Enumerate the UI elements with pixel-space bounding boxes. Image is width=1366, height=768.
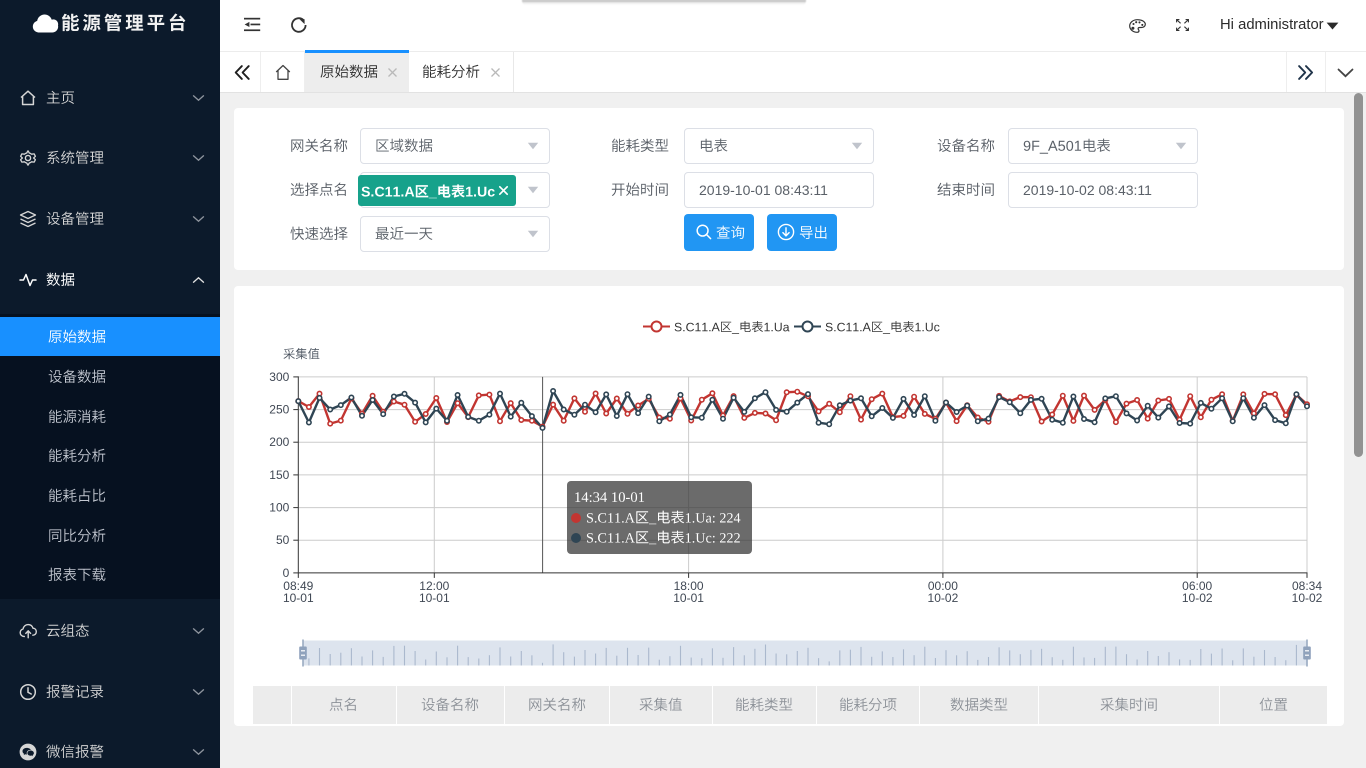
svg-text:50: 50 — [276, 533, 290, 547]
svg-text:10-01: 10-01 — [419, 591, 450, 605]
svg-text:200: 200 — [269, 435, 289, 449]
svg-text:300: 300 — [269, 370, 289, 384]
svg-text:10-02: 10-02 — [1292, 591, 1323, 605]
svg-text:100: 100 — [269, 501, 289, 515]
svg-text:10-02: 10-02 — [1182, 591, 1213, 605]
svg-text:10-01: 10-01 — [283, 591, 314, 605]
svg-text:250: 250 — [269, 403, 289, 417]
svg-text:10-01: 10-01 — [673, 591, 704, 605]
svg-text:10-02: 10-02 — [928, 591, 959, 605]
svg-text:0: 0 — [283, 566, 290, 580]
svg-text:150: 150 — [269, 468, 289, 482]
